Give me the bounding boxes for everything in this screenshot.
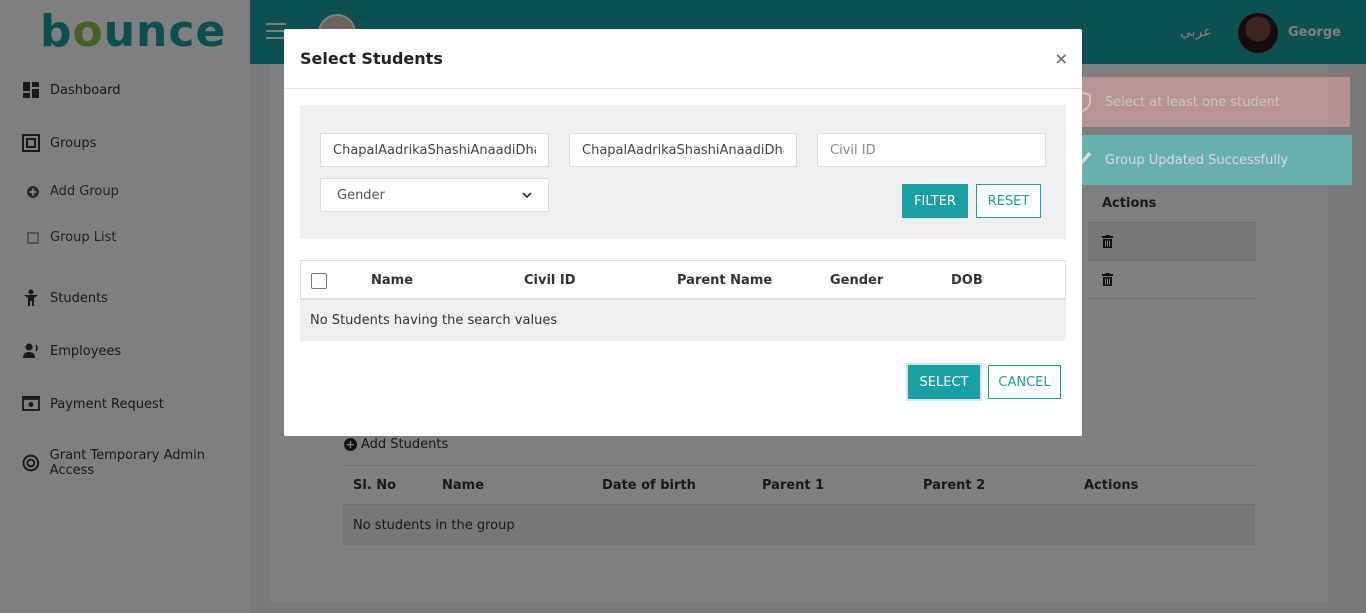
modal-title: Select Students — [300, 49, 443, 68]
column-header: Gender — [830, 273, 884, 288]
modal-header: Select Students — [284, 29, 1082, 89]
parent-name-filter-input[interactable] — [569, 133, 797, 167]
success-toast-text: Group Updated Successfully — [1105, 152, 1289, 168]
cancel-button[interactable]: CANCEL — [988, 365, 1061, 399]
column-header: DOB — [951, 273, 983, 288]
select-button[interactable]: SELECT — [908, 365, 980, 399]
filter-button[interactable]: FILTER — [902, 184, 968, 218]
select-students-modal: Select Students × Gender FILTER RESET Na… — [284, 29, 1082, 436]
gender-select[interactable]: Gender — [320, 178, 549, 212]
name-filter-input[interactable] — [320, 133, 549, 167]
column-header: Name — [371, 273, 414, 288]
select-all-checkbox[interactable] — [311, 273, 327, 289]
civil-id-filter-input[interactable] — [817, 133, 1046, 167]
success-toast[interactable]: Group Updated Successfully — [1055, 135, 1352, 185]
empty-state: No Students having the search values — [300, 300, 1066, 341]
gender-select-value: Gender — [337, 187, 385, 203]
table-header: Name Civil ID Parent Name Gender DOB — [300, 260, 1066, 300]
column-header: Civil ID — [524, 273, 576, 288]
error-toast[interactable]: Select at least one student — [1055, 77, 1350, 127]
students-table: Name Civil ID Parent Name Gender DOB No … — [300, 260, 1066, 341]
reset-button[interactable]: RESET — [976, 184, 1041, 218]
close-icon[interactable]: × — [1055, 49, 1068, 68]
column-header: Parent Name — [677, 273, 773, 288]
error-toast-text: Select at least one student — [1105, 94, 1281, 110]
filter-panel: Gender FILTER RESET — [300, 105, 1066, 239]
chevron-down-icon — [522, 191, 532, 198]
